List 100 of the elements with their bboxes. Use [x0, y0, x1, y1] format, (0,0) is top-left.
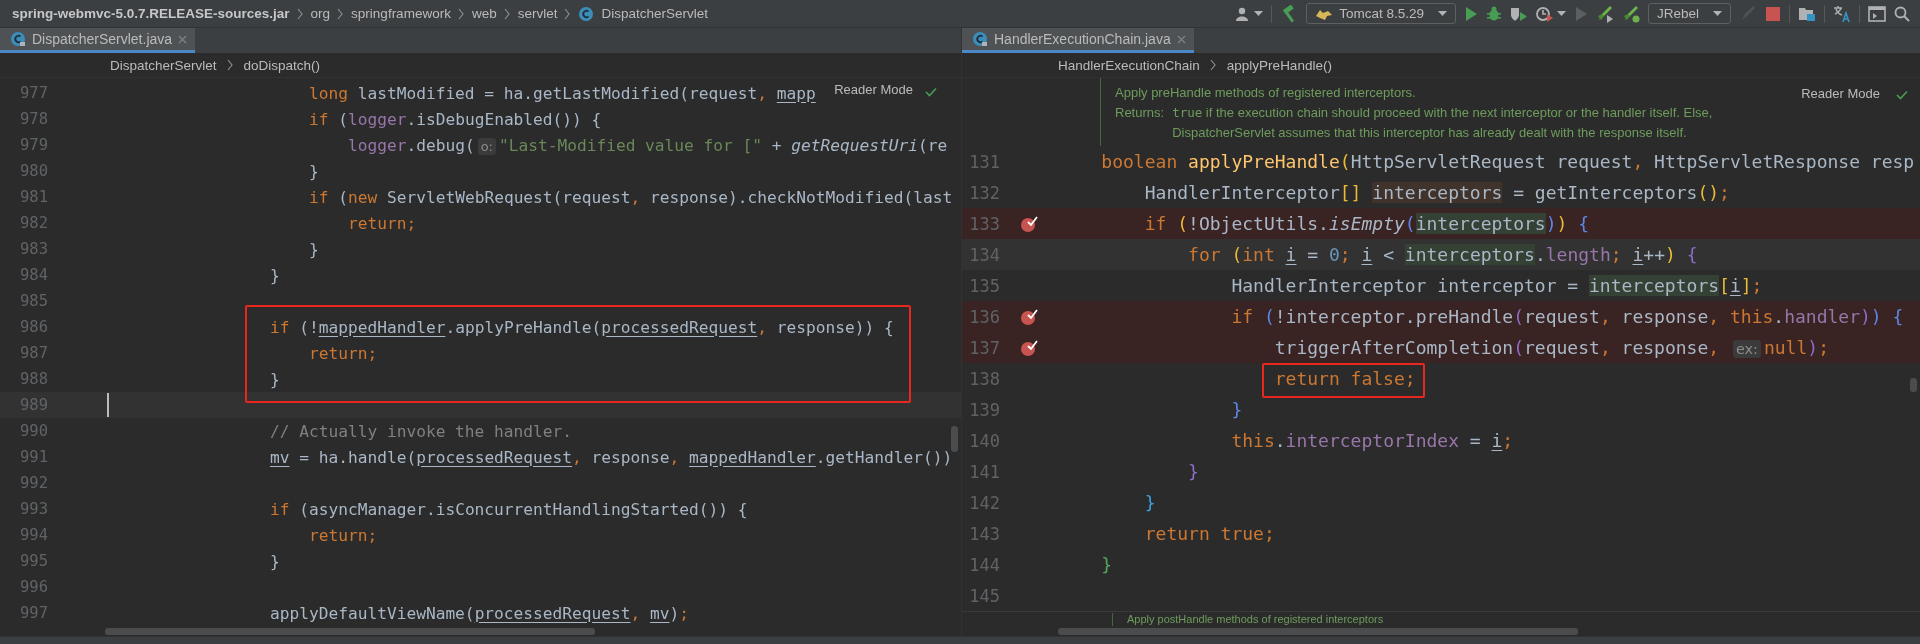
chevron-icon — [564, 7, 572, 20]
code-line: return; — [307, 343, 378, 363]
code-line: return; — [346, 213, 417, 233]
code-line: } — [307, 161, 319, 181]
path-item[interactable]: web — [471, 6, 497, 21]
line-number: 140 — [968, 430, 1000, 451]
scrollbar-thumb[interactable] — [105, 628, 595, 635]
editor-tab[interactable]: DispatcherServlet.java — [0, 28, 196, 53]
line-number: 988 — [19, 370, 48, 388]
line-number: 137 — [968, 337, 1000, 358]
code-line: logger.debug( o: "Last-Modified value for [" + getRequestUri(re — [346, 135, 948, 155]
path-item[interactable]: servlet — [517, 6, 558, 21]
path-item[interactable]: org — [310, 6, 331, 21]
breadcrumb-item[interactable]: HandlerExecutionChain — [1058, 57, 1200, 73]
code-line: } — [1100, 554, 1113, 575]
scrollbar-thumb[interactable] — [1910, 378, 1917, 392]
code-line: return true; — [1143, 523, 1275, 544]
rocket-icon[interactable] — [1595, 4, 1614, 23]
code-line: applyDefaultViewName(processedRequest, mv); — [268, 603, 690, 623]
line-number: 132 — [968, 182, 1000, 203]
line-number: 138 — [968, 368, 1000, 389]
rocket-icon[interactable] — [1621, 4, 1640, 23]
line-number: 139 — [968, 399, 1000, 420]
search-icon[interactable] — [1894, 5, 1910, 22]
scrollbar-thumb[interactable] — [951, 426, 958, 452]
code-line: return false; — [1273, 368, 1416, 389]
run-icon[interactable] — [1463, 5, 1478, 22]
jrebel-dropdown[interactable]: JRebel — [1647, 3, 1731, 24]
breakpoint-icon[interactable] — [1020, 214, 1038, 233]
window-icon[interactable] — [1868, 5, 1886, 22]
folder-icon[interactable] — [1798, 5, 1816, 22]
line-number: 136 — [968, 306, 1000, 327]
code-line: if (!interceptor.preHandle(request, response, this.handler)) { — [1230, 306, 1904, 327]
run-config-dropdown[interactable]: Tomcat 8.5.29 — [1306, 3, 1456, 24]
doc-summary: Apply preHandle methods of registered interceptors. — [1115, 84, 1416, 102]
code-line: if (!ObjectUtils.isEmpty(interceptors)) { — [1143, 213, 1590, 234]
code-line: } — [268, 551, 280, 571]
code-line: } — [1230, 399, 1243, 420]
line-number: 984 — [19, 266, 48, 284]
line-number: 987 — [19, 344, 48, 362]
reader-mode-button[interactable]: Reader Mode — [1801, 86, 1880, 101]
line-number: 991 — [19, 448, 48, 466]
profiler-icon[interactable] — [1535, 5, 1554, 22]
breakpoint-icon[interactable] — [1020, 338, 1038, 357]
line-number: 981 — [19, 188, 48, 206]
doc-returns-text: true if the execution chain should proceed with the next interceptor or the handler itself. Else, DispatcherServlet assumes that this interceptor has already dealt with the response itself. — [1172, 104, 1713, 142]
breadcrumb-item[interactable]: applyPreHandle() — [1226, 57, 1332, 73]
code-line: HandlerInterceptor[] interceptors = getInterceptors(); — [1143, 182, 1730, 203]
caret-icon — [1254, 10, 1264, 17]
coverage-icon[interactable] — [1509, 5, 1528, 22]
code-line: HandlerInterceptor interceptor = interceptors[i]; — [1230, 275, 1763, 296]
line-number: 131 — [968, 151, 1000, 172]
breakpoint-icon[interactable] — [1020, 307, 1038, 326]
scrollbar-thumb[interactable] — [1058, 628, 1578, 635]
translate-icon[interactable] — [1833, 4, 1851, 23]
line-number: 977 — [19, 84, 48, 102]
bug-icon[interactable] — [1485, 5, 1502, 22]
code-line: this.interceptorIndex = i; — [1230, 430, 1514, 451]
chevron-icon — [296, 7, 304, 20]
line-number: 982 — [19, 214, 48, 232]
code-line: long lastModified = ha.getLastModified(request, mapp — [307, 83, 816, 103]
text-cursor — [107, 393, 109, 417]
chevron-icon — [457, 7, 465, 20]
class-icon — [972, 31, 988, 47]
code-line: if (asyncManager.isConcurrentHandlingStarted()) { — [268, 499, 748, 519]
code-line: if (logger.isDebugEnabled()) { — [307, 109, 602, 129]
class-icon — [10, 31, 26, 47]
line-number: 979 — [19, 136, 48, 154]
line-number: 145 — [968, 585, 1000, 606]
breadcrumb-item[interactable]: doDispatch() — [243, 57, 321, 73]
caret-icon — [1437, 10, 1447, 17]
doc-label: Returns: — [1115, 104, 1165, 122]
class-icon — [578, 5, 595, 22]
line-number: 980 — [19, 162, 48, 180]
editor-tab[interactable]: HandlerExecutionChain.java — [962, 28, 1194, 53]
code-line: } — [1143, 492, 1156, 513]
caret-icon — [1556, 10, 1566, 17]
line-number: 992 — [19, 474, 48, 492]
line-number: 993 — [19, 500, 48, 518]
check-icon — [925, 87, 937, 97]
path-item[interactable]: springframework — [351, 6, 451, 21]
chevron-icon — [1209, 59, 1217, 71]
line-number: 985 — [19, 292, 48, 310]
breadcrumb-item[interactable]: DispatcherServlet — [110, 57, 217, 73]
code-line: mv = ha.handle(processedRequest, response, mappedHandler.getHandler()) — [268, 447, 953, 467]
line-number: 143 — [968, 523, 1000, 544]
reader-mode-button[interactable]: Reader Mode — [834, 82, 913, 97]
line-number: 996 — [19, 578, 48, 596]
code-line: } — [268, 265, 280, 285]
code-line: if (new ServletWebRequest(request, response).checkNotModified(last — [307, 187, 953, 207]
code-line: } — [268, 369, 280, 389]
line-number: 144 — [968, 554, 1000, 575]
line-number: 133 — [968, 213, 1000, 234]
check-icon — [1896, 90, 1908, 100]
stop-icon[interactable] — [1765, 5, 1781, 22]
path-item[interactable]: spring-webmvc-5.0.7.RELEASE-sources.jar — [12, 6, 290, 21]
line-number: 986 — [19, 318, 48, 336]
path-item[interactable]: DispatcherServlet — [601, 6, 708, 21]
code-line: boolean applyPreHandle(HttpServletRequest request, HttpServletResponse resp — [1100, 151, 1915, 172]
chevron-icon — [337, 7, 345, 20]
